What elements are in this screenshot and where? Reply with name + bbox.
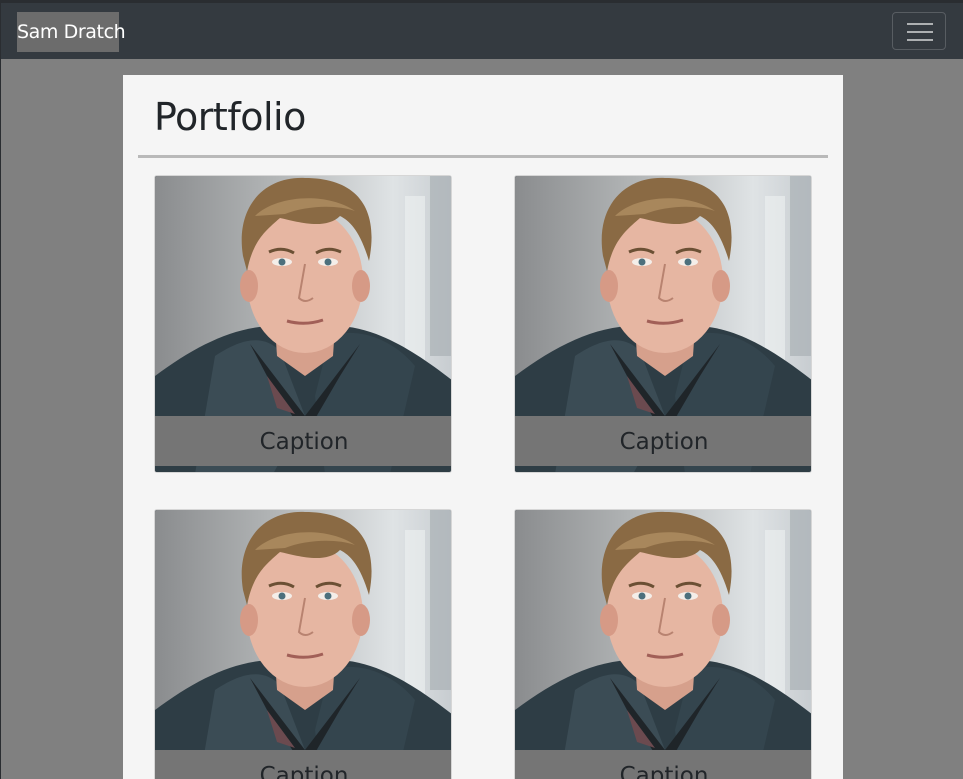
navbar-toggler-button[interactable] [892, 12, 946, 50]
title-divider [138, 155, 828, 158]
gallery-card[interactable]: Caption [154, 175, 452, 473]
page-title: Portfolio [154, 95, 306, 139]
portfolio-section: Portfolio Caption Caption Caption Captio… [123, 75, 843, 779]
gallery-card[interactable]: Caption [514, 175, 812, 473]
navbar-brand[interactable]: Sam Dratch [17, 12, 126, 52]
top-navbar: Sam Dratch [1, 1, 963, 59]
card-caption: Caption [155, 750, 451, 779]
portrait-photo [155, 510, 452, 779]
card-caption: Caption [515, 750, 811, 779]
card-caption: Caption [515, 416, 811, 466]
gallery-card[interactable]: Caption [154, 509, 452, 779]
card-caption: Caption [155, 416, 451, 466]
browser-viewport: Sam Dratch Portfolio Caption Caption Cap… [0, 0, 963, 779]
portrait-photo [515, 510, 812, 779]
gallery-card[interactable]: Caption [514, 509, 812, 779]
